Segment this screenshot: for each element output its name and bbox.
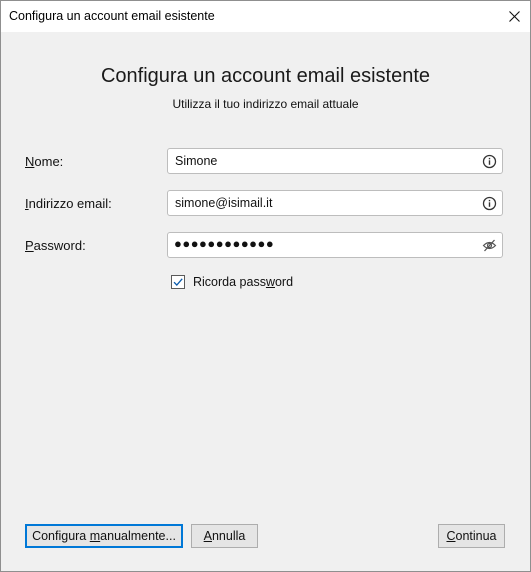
password-field[interactable]: ●●●●●●●●●●●● <box>167 232 503 258</box>
name-label-rest: ome: <box>34 154 64 169</box>
window-title: Configura un account email esistente <box>9 9 215 23</box>
eye-slash-icon[interactable] <box>482 238 497 253</box>
password-label-rest: assword: <box>33 238 86 253</box>
remember-password-checkbox[interactable] <box>171 275 185 289</box>
remember-password-label: Ricorda password <box>193 275 293 289</box>
continue-button-post: ontinua <box>455 529 497 543</box>
name-label-accel: N <box>25 154 35 169</box>
configure-manually-button[interactable]: Configura manualmente... <box>25 524 183 548</box>
dialog-window: Configura un account email esistente Con… <box>0 0 531 572</box>
name-field[interactable]: Simone <box>167 148 503 174</box>
title-bar: Configura un account email esistente <box>1 1 530 32</box>
name-label: Nome: <box>25 154 63 169</box>
password-field-value: ●●●●●●●●●●●● <box>174 236 275 251</box>
remember-label-accel: w <box>265 275 275 289</box>
manual-button-post: anualmente... <box>100 529 176 543</box>
info-icon[interactable] <box>482 196 497 211</box>
email-field[interactable]: simone@isimail.it <box>167 190 503 216</box>
continue-button-accel: C <box>446 529 456 543</box>
cancel-button[interactable]: Annulla <box>191 524 258 548</box>
page-subheading: Utilizza il tuo indirizzo email attuale <box>172 97 359 111</box>
manual-button-pre: Configura <box>32 529 90 543</box>
manual-button-accel: m <box>89 529 101 543</box>
remember-label-pre: Ricorda pass <box>193 275 266 289</box>
close-icon <box>509 11 520 22</box>
cancel-button-accel: A <box>203 529 212 543</box>
name-field-value: Simone <box>175 154 218 168</box>
email-field-value: simone@isimail.it <box>175 196 273 210</box>
page-heading: Configura un account email esistente <box>100 65 431 87</box>
close-button[interactable] <box>499 1 530 32</box>
checkmark-icon <box>173 278 183 286</box>
email-label: Indirizzo email: <box>25 196 112 211</box>
info-icon[interactable] <box>482 154 497 169</box>
password-label: Password: <box>25 238 86 253</box>
cancel-button-post: nnulla <box>211 529 246 543</box>
email-label-rest: ndirizzo email: <box>28 196 112 211</box>
continue-button[interactable]: Continua <box>438 524 505 548</box>
remember-label-post: ord <box>274 275 294 289</box>
password-label-accel: P <box>25 238 34 253</box>
